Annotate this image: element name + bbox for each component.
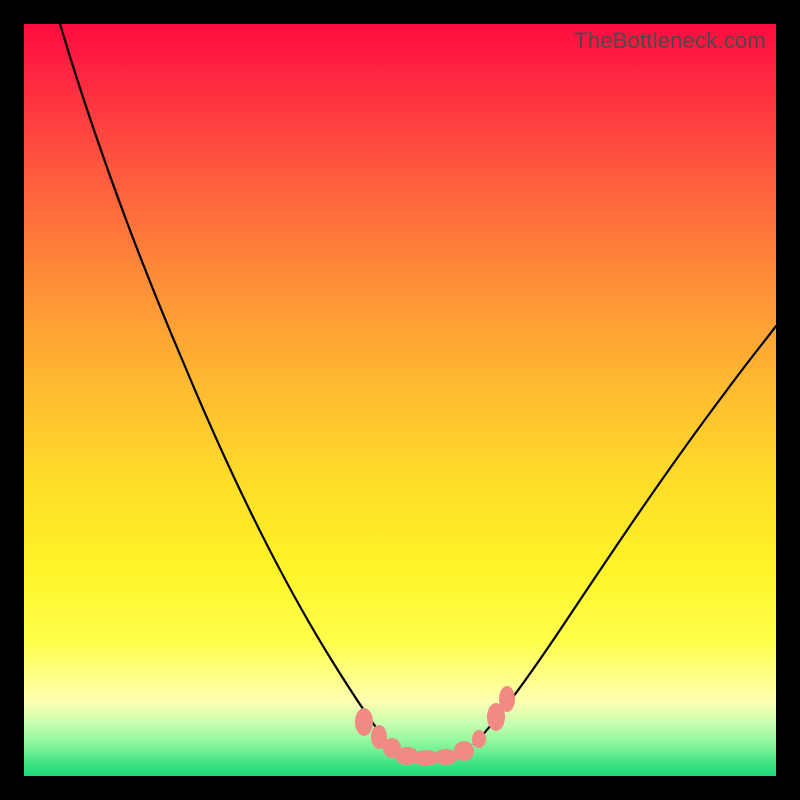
marker-dot bbox=[499, 686, 515, 712]
plot-svg bbox=[24, 24, 776, 776]
marker-dot bbox=[472, 730, 486, 748]
watermark-text: TheBottleneck.com bbox=[574, 28, 766, 54]
marker-dot bbox=[454, 741, 474, 761]
right-curve bbox=[474, 326, 776, 744]
chart-frame: TheBottleneck.com bbox=[24, 24, 776, 776]
left-curve bbox=[60, 24, 389, 744]
marker-dot bbox=[355, 708, 373, 736]
marker-group bbox=[355, 686, 515, 766]
